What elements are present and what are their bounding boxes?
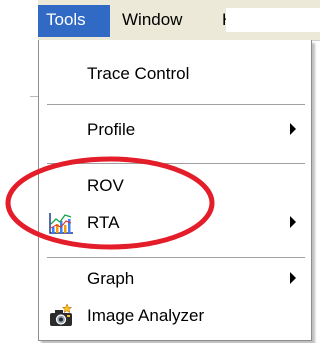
tools-menu: Trace Control Profile ROV RTA Graph Imag…	[38, 40, 312, 341]
menu-item-label: RTA	[87, 213, 120, 232]
menu-bar: Tools Window H	[38, 0, 320, 41]
menu-item-label: Trace Control	[87, 64, 190, 83]
background-divider	[30, 96, 38, 97]
occluding-panel	[226, 8, 320, 32]
menu-item-graph[interactable]: Graph	[39, 261, 311, 297]
submenu-arrow-icon	[290, 272, 296, 284]
submenu-arrow-icon	[290, 123, 296, 135]
menu-item-profile[interactable]: Profile	[39, 112, 311, 148]
menu-item-trace-control[interactable]: Trace Control	[39, 56, 311, 92]
menu-item-label: ROV	[87, 176, 124, 195]
submenu-arrow-icon	[290, 216, 296, 228]
menu-item-image-analyzer[interactable]: Image Analyzer	[39, 298, 311, 334]
menu-separator	[47, 257, 305, 258]
menu-separator	[47, 104, 305, 105]
menu-item-label: Profile	[87, 120, 136, 139]
chart-icon	[47, 210, 75, 236]
menu-item-label: Image Analyzer	[87, 306, 205, 325]
menu-item-rta[interactable]: RTA	[39, 205, 311, 241]
background-window	[0, 0, 38, 343]
menu-separator	[47, 163, 305, 164]
menubar-window[interactable]: Window	[114, 5, 212, 37]
menubar-tools[interactable]: Tools	[38, 5, 110, 37]
camera-icon	[47, 303, 75, 329]
menu-item-rov[interactable]: ROV	[39, 168, 311, 204]
menu-item-label: Graph	[87, 269, 135, 288]
